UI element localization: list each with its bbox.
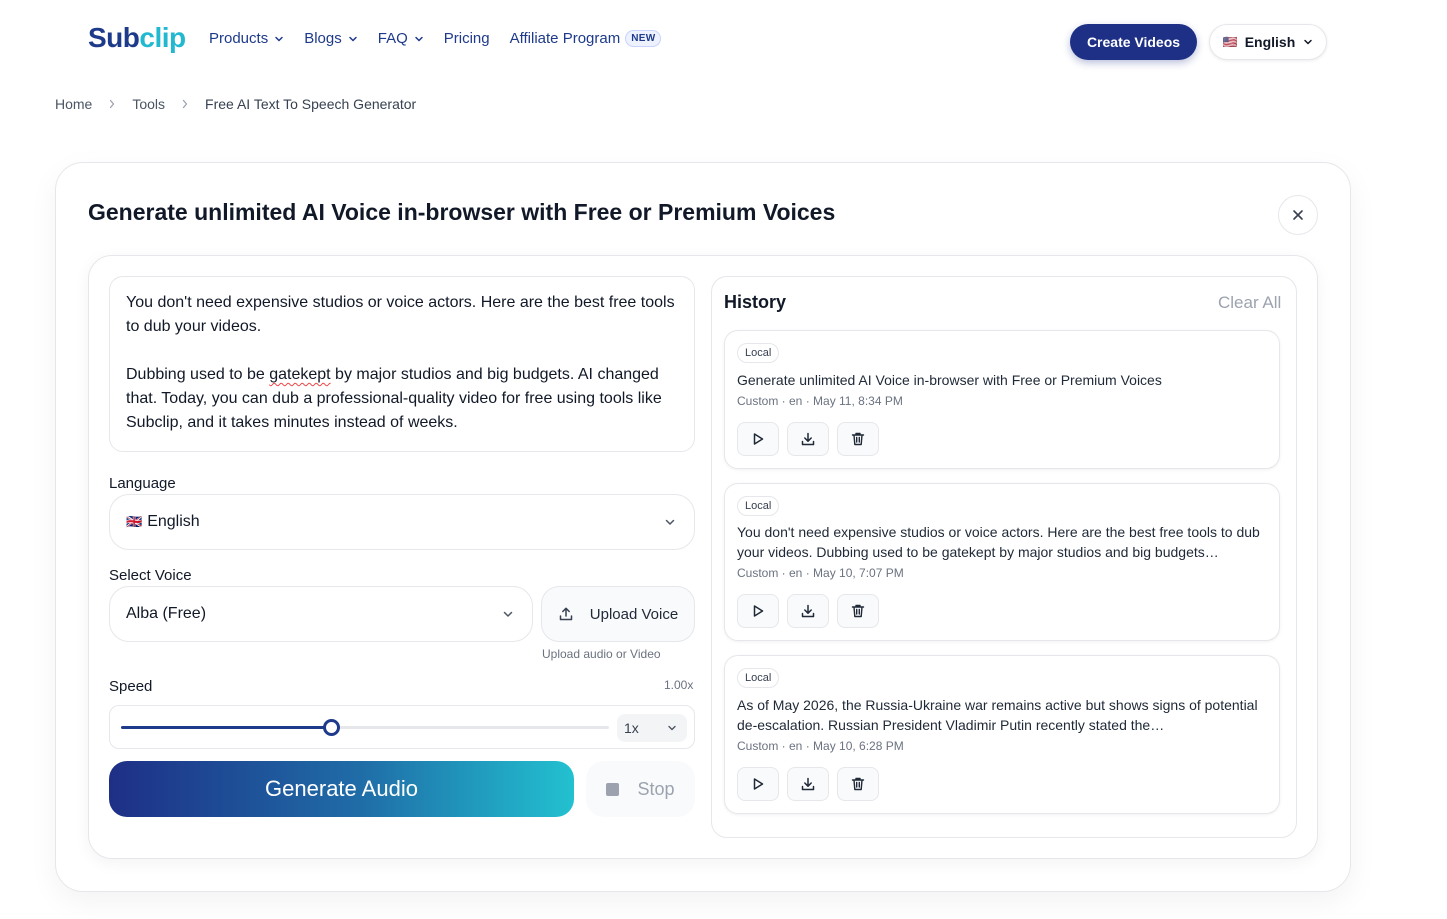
- language-select[interactable]: 🇬🇧 English: [109, 494, 695, 550]
- chevron-down-icon: [415, 36, 423, 41]
- language-switcher-label: English: [1244, 34, 1296, 50]
- history-item-actions: [737, 422, 887, 456]
- chevron-down-icon: [275, 36, 283, 41]
- language-switcher[interactable]: 🇺🇸 English: [1209, 24, 1327, 60]
- download-button[interactable]: [787, 767, 829, 801]
- speed-preset-value: 1x: [624, 720, 639, 736]
- breadcrumb-home[interactable]: Home: [55, 96, 92, 112]
- play-button[interactable]: [737, 422, 779, 456]
- subclip-logo[interactable]: Subclip: [88, 22, 186, 54]
- nav-blogs-label: Blogs: [304, 30, 342, 47]
- voice-select-value: Alba (Free): [126, 605, 207, 622]
- generate-audio-button[interactable]: Generate Audio: [109, 761, 574, 817]
- history-item-text: Generate unlimited AI Voice in-browser w…: [737, 372, 1162, 388]
- play-icon: [753, 605, 764, 617]
- upload-hint: Upload audio or Video: [542, 647, 661, 661]
- clear-all-button[interactable]: Clear All: [1218, 293, 1281, 313]
- logo-text-clip: clip: [139, 22, 186, 53]
- nav-affiliate-label: Affiliate Program: [509, 30, 621, 47]
- speed-slider-thumb[interactable]: [322, 719, 340, 736]
- nav-products[interactable]: Products: [209, 30, 284, 47]
- speed-slider-fill: [121, 726, 331, 729]
- history-item-tag: Local: [737, 668, 780, 688]
- upload-icon: [559, 607, 573, 621]
- history-item: Local You don't need expensive studios o…: [724, 483, 1280, 641]
- speed-control: 1x: [109, 705, 695, 749]
- page-title: Generate unlimited AI Voice in-browser w…: [88, 199, 836, 225]
- delete-button[interactable]: [837, 422, 879, 456]
- breadcrumb-current: Free AI Text To Speech Generator: [205, 96, 417, 112]
- spellcheck-word: gatekept: [269, 366, 331, 383]
- chevron-right-icon: [110, 99, 115, 109]
- stop-label: Stop: [637, 778, 675, 799]
- download-button[interactable]: [787, 594, 829, 628]
- breadcrumb-tools[interactable]: Tools: [132, 96, 165, 112]
- close-button[interactable]: [1278, 195, 1318, 235]
- nav-faq[interactable]: FAQ: [378, 30, 424, 47]
- chevron-down-icon: [348, 36, 357, 41]
- nav-pricing[interactable]: Pricing: [444, 30, 490, 47]
- history-item-actions: [737, 767, 887, 801]
- play-icon: [753, 433, 764, 445]
- trash-icon: [851, 432, 865, 446]
- history-title: History: [724, 292, 787, 312]
- close-icon: [1293, 210, 1303, 220]
- chevron-down-icon: [665, 519, 675, 525]
- nav-products-label: Products: [209, 30, 269, 47]
- stop-icon: [606, 782, 620, 796]
- speed-slider-track[interactable]: [121, 719, 609, 736]
- logo-text-sub: Sub: [88, 22, 140, 53]
- speed-preset-select[interactable]: 1x: [617, 714, 687, 742]
- download-icon: [801, 777, 815, 791]
- new-badge: NEW: [625, 30, 662, 47]
- speed-value: 1.00x: [664, 678, 694, 692]
- script-paragraph-1: You don't need expensive studios or voic…: [126, 294, 675, 335]
- history-item-tag: Local: [737, 496, 780, 516]
- language-label: Language: [109, 475, 176, 492]
- history-item-meta: Custom · en · May 10, 7:07 PM: [737, 566, 904, 580]
- nav-links: Products Blogs FAQ Pricing Affiliate Pro…: [209, 30, 681, 47]
- download-button[interactable]: [787, 422, 829, 456]
- history-item-text: You don't need expensive studios or voic…: [737, 524, 1260, 560]
- voice-select[interactable]: Alba (Free): [109, 586, 533, 642]
- uk-flag-icon: 🇬🇧: [126, 514, 143, 529]
- nav-blogs[interactable]: Blogs: [304, 30, 358, 47]
- script-paragraph-2: Dubbing used to be gatekept by major stu…: [126, 363, 678, 435]
- history-item-text: As of May 2026, the Russia-Ukraine war r…: [737, 697, 1258, 733]
- download-icon: [801, 604, 815, 618]
- history-item: Local Generate unlimited AI Voice in-bro…: [724, 330, 1280, 469]
- history-item-actions: [737, 594, 887, 628]
- trash-icon: [851, 604, 865, 618]
- trash-icon: [851, 777, 865, 791]
- nav-affiliate[interactable]: Affiliate Program NEW: [510, 30, 662, 47]
- breadcrumb: Home Tools Free AI Text To Speech Genera…: [55, 96, 416, 112]
- nav-faq-label: FAQ: [377, 30, 408, 47]
- history-item-meta: Custom · en · May 11, 8:34 PM: [737, 394, 903, 408]
- script-textarea[interactable]: You don't need expensive studios or voic…: [109, 276, 695, 452]
- top-nav: Subclip Products Blogs FAQ Pricing Affil…: [0, 0, 1447, 84]
- language-select-value: English: [147, 513, 200, 530]
- chevron-down-icon: [1304, 39, 1312, 45]
- speed-label: Speed: [109, 678, 153, 695]
- select-voice-label: Select Voice: [109, 567, 192, 584]
- delete-button[interactable]: [837, 767, 879, 801]
- stop-button[interactable]: Stop: [586, 761, 695, 817]
- history-item-meta: Custom · en · May 10, 6:28 PM: [737, 739, 904, 753]
- play-button[interactable]: [737, 594, 779, 628]
- chevron-down-icon: [503, 611, 513, 617]
- chevron-right-icon: [182, 99, 188, 109]
- upload-voice-label: Upload Voice: [589, 605, 679, 623]
- us-flag-icon: 🇺🇸: [1222, 35, 1238, 49]
- download-icon: [801, 432, 815, 446]
- history-item-tag: Local: [737, 343, 780, 363]
- play-button[interactable]: [737, 767, 779, 801]
- delete-button[interactable]: [837, 594, 879, 628]
- play-icon: [753, 778, 764, 790]
- upload-voice-button[interactable]: Upload Voice: [541, 586, 695, 642]
- history-item: Local As of May 2026, the Russia-Ukraine…: [724, 655, 1280, 814]
- nav-pricing-label: Pricing: [443, 30, 490, 47]
- chevron-down-icon: [668, 725, 676, 731]
- script-text: Dubbing used to be: [126, 366, 270, 383]
- create-videos-button[interactable]: Create Videos: [1070, 24, 1197, 60]
